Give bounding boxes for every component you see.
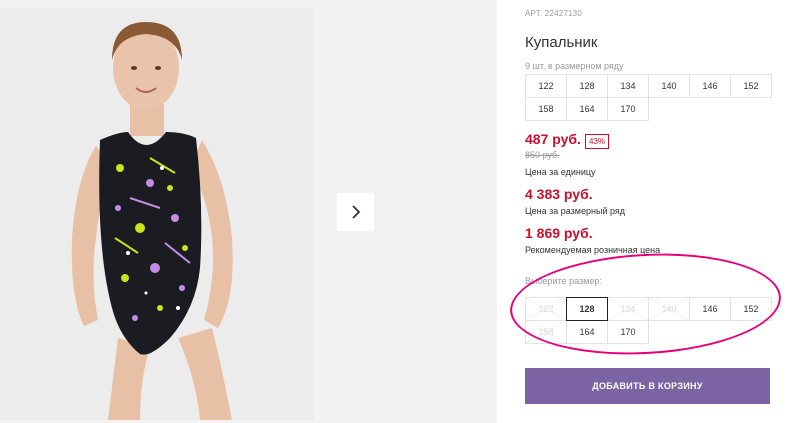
product-gallery [0, 0, 497, 423]
product-photo[interactable] [0, 8, 314, 420]
article-value: 22427130 [544, 9, 582, 18]
gallery-next-button[interactable] [337, 193, 374, 231]
retail-price-note: Рекомендуемая розничная цена [525, 245, 661, 255]
unit-price: 487 руб. [525, 131, 581, 147]
pack-size-cell: 164 [566, 97, 608, 121]
add-to-cart-button[interactable]: ДОБАВИТЬ В КОРЗИНУ [525, 368, 770, 404]
size-option-140: 140 [648, 297, 690, 321]
size-picker-label: Выберите размер: [525, 276, 602, 286]
row-price-note: Цена за размерный ряд [525, 206, 626, 216]
size-option-146[interactable]: 146 [689, 297, 731, 321]
size-option-128[interactable]: 128 [566, 297, 608, 321]
unit-price-note: Цена за единицу [525, 167, 596, 177]
pack-size-cell: 134 [607, 74, 649, 98]
pack-size-cell: 170 [607, 97, 649, 121]
size-option-164[interactable]: 164 [566, 320, 608, 344]
size-option-152[interactable]: 152 [730, 297, 772, 321]
row-price: 4 383 руб. [525, 186, 593, 202]
size-option-122: 122 [525, 297, 567, 321]
chevron-right-icon [351, 205, 360, 219]
article-label: АРТ. [525, 9, 543, 18]
discount-badge: 43% [585, 134, 610, 149]
size-option-134: 134 [607, 297, 649, 321]
pack-size-cell: 140 [648, 74, 690, 98]
size-option-158: 158 [525, 320, 567, 344]
pack-size-cell: 122 [525, 74, 567, 98]
pack-size-cell: 158 [525, 97, 567, 121]
pack-info: 9 шт. в размерном ряду [525, 61, 624, 71]
old-price: 850 руб. [525, 150, 560, 160]
pack-size-cell: 128 [566, 74, 608, 98]
pack-size-cell: 146 [689, 74, 731, 98]
model-photo-illustration [0, 8, 314, 420]
product-title: Купальник [525, 34, 598, 51]
article-number: АРТ. 22427130 [525, 9, 582, 18]
size-picker-grid: 122 128 134 140 146 152 158 164 170 [525, 297, 772, 344]
size-option-170[interactable]: 170 [607, 320, 649, 344]
size-row-grid: 122 128 134 140 146 152 158 164 170 [525, 74, 772, 121]
pack-size-cell: 152 [730, 74, 772, 98]
retail-price: 1 869 руб. [525, 225, 593, 241]
